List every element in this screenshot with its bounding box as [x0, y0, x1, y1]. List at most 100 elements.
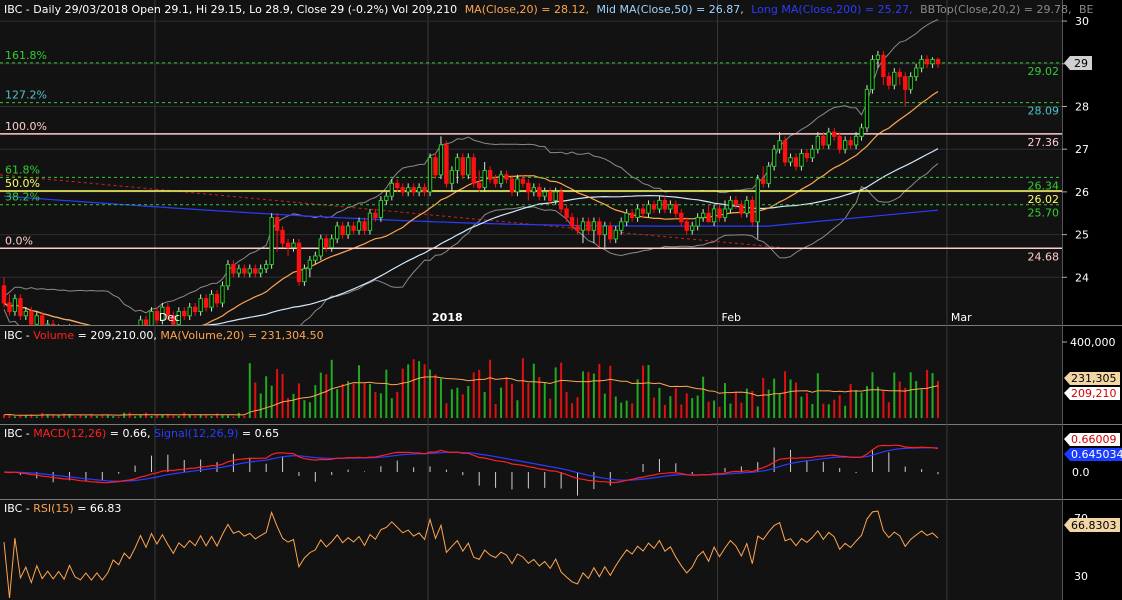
candle-body: [334, 225, 340, 240]
volume-header-ma: MA(Volume,20) = 231,304.50: [160, 329, 323, 342]
price-tick-label: 27: [1075, 143, 1089, 156]
candle-body: [657, 199, 662, 210]
candle-body: [771, 148, 777, 167]
candle-body: [919, 59, 924, 69]
rsi-header-name: RSI(15): [33, 502, 73, 515]
candle-body: [662, 199, 668, 210]
candle-body: [558, 191, 564, 210]
candle-body: [924, 59, 930, 65]
candle-body: [329, 238, 334, 248]
candle-body: [788, 157, 793, 163]
candle-body: [466, 157, 471, 176]
date-label: Dec: [159, 311, 180, 324]
header-ma200: Long MA(Close,200) = 25.27,: [751, 3, 912, 16]
rsi-panel[interactable]: [0, 500, 1062, 600]
price-panel[interactable]: [0, 0, 1062, 325]
candle-body: [411, 187, 416, 193]
price-tick-label: 25: [1075, 229, 1089, 242]
candle-body: [608, 225, 613, 240]
candle-body: [302, 268, 307, 283]
candle-body: [438, 144, 444, 176]
candle-body: [875, 54, 881, 61]
candle-body: [253, 268, 258, 274]
candle-body: [296, 242, 302, 283]
candle-body: [198, 298, 203, 312]
candle-body: [640, 208, 646, 214]
candle-body: [744, 199, 750, 214]
candle-body: [684, 221, 689, 231]
volume-header-name: Volume: [33, 329, 74, 342]
candle-body: [832, 131, 837, 137]
candle-body: [400, 187, 405, 193]
stock-chart[interactable]: 161.8% 29.02 127.2% 28.09 100.0% 27.36 61.8% 26…: [0, 0, 1122, 600]
price-tick-label: 28: [1075, 100, 1089, 113]
candle-body: [717, 208, 722, 219]
candle-body: [416, 187, 422, 193]
candle-body: [761, 178, 766, 184]
candle-body: [192, 306, 198, 312]
candle-body: [799, 152, 804, 167]
candle-body: [384, 195, 389, 201]
candle-body: [509, 178, 515, 193]
candle-body: [782, 140, 788, 163]
signal-tag: 0.645034: [1064, 448, 1122, 461]
header-bbbot: BE: [1079, 3, 1094, 16]
candle-body: [242, 268, 247, 274]
candle-body: [728, 199, 733, 210]
candle-body: [345, 225, 351, 236]
candle-body: [7, 302, 12, 312]
date-label: 2018: [432, 311, 463, 324]
candle-body: [755, 178, 760, 223]
fib-label: 0.0%: [5, 234, 33, 247]
header-ohlc: IBC - Daily 29/03/2018 Open 29.1, Hi 29.…: [4, 3, 457, 16]
header-ma50: Mid MA(Close,50) = 26.87,: [596, 3, 743, 16]
candle-body: [870, 59, 875, 90]
candle-body: [531, 187, 537, 193]
macd-tag-value: 0.66009: [1071, 433, 1117, 446]
candle-body: [930, 59, 935, 65]
candle-body: [586, 221, 591, 231]
candle-body: [804, 152, 810, 159]
macd-header-prefix: IBC -: [4, 427, 33, 440]
candle-body: [881, 54, 886, 78]
candle-body: [690, 225, 695, 231]
candle-body: [460, 157, 466, 176]
candle-body: [34, 315, 39, 325]
macd-header-signal-value: = 0.65: [242, 427, 279, 440]
candle-body: [313, 255, 318, 261]
candle-body: [766, 165, 771, 184]
candle-body: [12, 298, 18, 312]
candle-body: [826, 131, 831, 146]
candle-body: [526, 182, 531, 193]
fib-value: 26.02: [1028, 193, 1060, 206]
fib-label: 38.2%: [5, 191, 40, 204]
candle-body: [821, 135, 826, 146]
macd-tick-zero: 0.0: [1072, 466, 1090, 479]
candle-body: [815, 135, 821, 150]
candle-body: [23, 310, 29, 317]
candle-body: [182, 310, 187, 317]
candle-body: [482, 170, 487, 189]
candle-body: [810, 148, 815, 159]
candle-body: [362, 221, 367, 231]
candle-body: [351, 225, 356, 231]
candle-body: [269, 217, 274, 265]
candle-body: [553, 191, 558, 201]
candle-body: [263, 263, 269, 270]
volume-header-value: = 209,210.00,: [78, 329, 161, 342]
macd-tag: 0.66009: [1064, 433, 1120, 446]
volume-ma-tag: 231,305: [1064, 372, 1120, 385]
candle-body: [859, 127, 864, 137]
candle-body: [29, 310, 34, 325]
candle-body: [209, 293, 214, 308]
candle-body: [367, 212, 373, 231]
candle-body: [356, 221, 362, 231]
candle-body: [903, 76, 908, 90]
candle-body: [520, 178, 526, 184]
header-ma20: MA(Close,20) = 28.12,: [465, 3, 589, 16]
fib-label: 161.8%: [5, 49, 47, 62]
candle-body: [739, 204, 744, 214]
candle-body: [225, 263, 231, 287]
candle-body: [651, 204, 657, 210]
candle-body: [597, 221, 602, 236]
